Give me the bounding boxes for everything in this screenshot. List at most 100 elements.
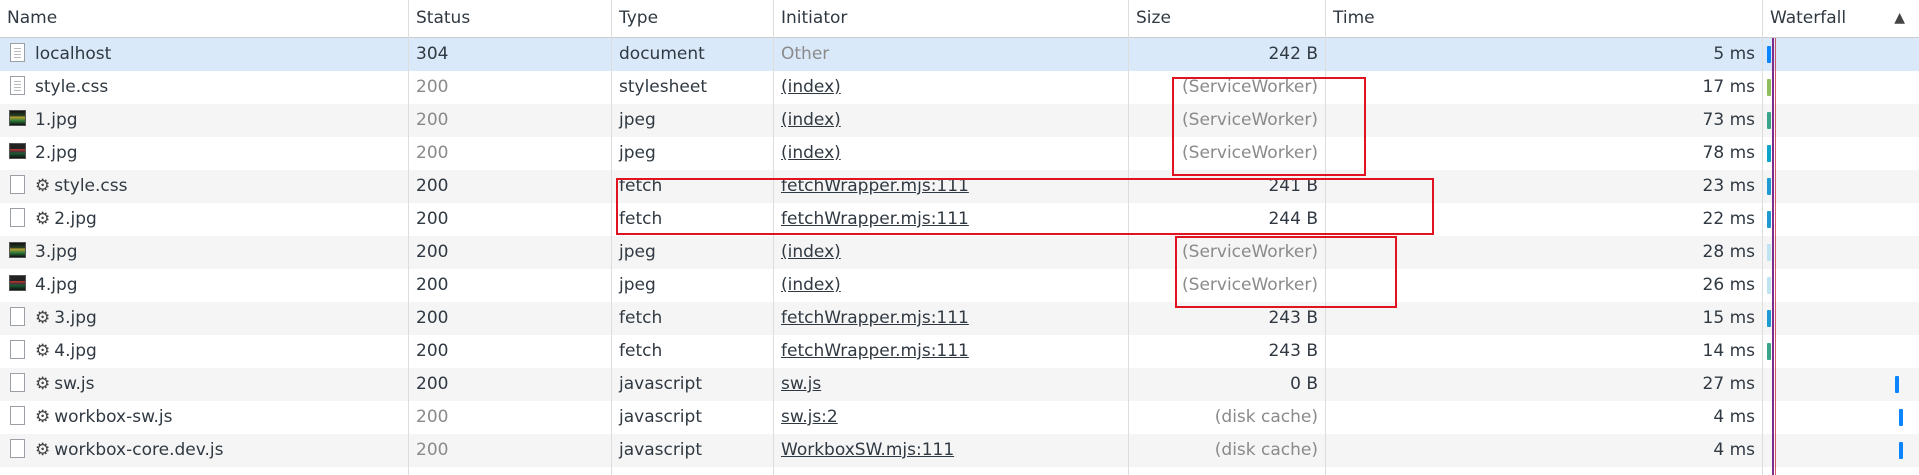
size-cell: 0 B <box>1290 374 1318 394</box>
initiator-cell[interactable]: sw.js:2 <box>774 401 1129 434</box>
size-cell: (ServiceWorker) <box>1182 110 1318 130</box>
name-cell[interactable]: 1.jpg <box>0 104 409 137</box>
initiator-link[interactable]: fetchWrapper.mjs:111 <box>781 341 969 361</box>
waterfall-bar <box>1767 310 1771 327</box>
column-divider[interactable] <box>1325 0 1326 475</box>
name-cell[interactable]: ⚙ 2.jpg <box>0 203 409 236</box>
table-row[interactable]: ⚙ sw.js 200 javascript sw.js 0 B 27 ms <box>0 368 1919 401</box>
sort-ascending-icon[interactable]: ▲ <box>1894 0 1905 37</box>
document-icon <box>10 75 25 95</box>
initiator-link[interactable]: fetchWrapper.mjs:111 <box>781 176 969 196</box>
initiator-cell[interactable]: fetchWrapper.mjs:111 <box>774 203 1129 236</box>
initiator-link[interactable]: WorkboxSW.mjs:111 <box>781 440 954 460</box>
initiator-link[interactable]: (index) <box>781 275 841 295</box>
waterfall-bar <box>1767 46 1771 63</box>
initiator-link[interactable]: sw.js <box>781 374 821 394</box>
request-name: 3.jpg <box>35 242 78 262</box>
name-cell[interactable]: ⚙ 3.jpg <box>0 302 409 335</box>
table-row[interactable]: ⚙ workbox-core.dev.js 200 javascript Work… <box>0 434 1919 467</box>
initiator-cell[interactable]: sw.js <box>774 368 1129 401</box>
initiator-cell[interactable]: (index) <box>774 104 1129 137</box>
initiator-link[interactable]: (index) <box>781 143 841 163</box>
initiator-cell[interactable]: (index) <box>774 236 1129 269</box>
column-divider[interactable] <box>611 0 612 475</box>
gear-icon: ⚙ <box>35 176 51 196</box>
type-cell: javascript <box>619 440 702 460</box>
status-cell: 200 <box>416 110 449 130</box>
gear-icon: ⚙ <box>35 308 51 328</box>
initiator-cell[interactable]: (index) <box>774 137 1129 170</box>
initiator-link[interactable]: fetchWrapper.mjs:111 <box>781 308 969 328</box>
initiator-cell[interactable]: fetchWrapper.mjs:111 <box>774 335 1129 368</box>
table-row[interactable]: 3.jpg 200 jpeg (index) (ServiceWorker) 2… <box>0 236 1919 269</box>
name-cell[interactable]: style.css <box>0 71 409 104</box>
time-cell: 22 ms <box>1702 209 1755 229</box>
name-cell[interactable]: ⚙ workbox-core.dev.js <box>0 434 409 467</box>
name-cell[interactable]: ⚙ workbox-sw.js <box>0 401 409 434</box>
table-row[interactable]: ⚙ 2.jpg 200 fetch fetchWrapper.mjs:111 24… <box>0 203 1919 236</box>
column-header-status[interactable]: Status <box>409 0 612 37</box>
initiator-link[interactable]: (index) <box>781 242 841 262</box>
image-icon <box>9 275 26 291</box>
initiator-link[interactable]: fetchWrapper.mjs:111 <box>781 209 969 229</box>
file-icon <box>10 174 25 194</box>
size-cell: (ServiceWorker) <box>1182 143 1318 163</box>
table-row[interactable]: 4.jpg 200 jpeg (index) (ServiceWorker) 2… <box>0 269 1919 302</box>
time-cell: 23 ms <box>1702 176 1755 196</box>
initiator-cell[interactable]: fetchWrapper.mjs:111 <box>774 170 1129 203</box>
size-cell: (disk cache) <box>1214 407 1318 427</box>
name-cell[interactable]: 4.jpg <box>0 269 409 302</box>
file-icon <box>10 372 25 392</box>
type-cell: jpeg <box>619 143 656 163</box>
time-cell: 15 ms <box>1702 308 1755 328</box>
waterfall-load-line <box>1775 38 1776 475</box>
column-divider[interactable] <box>1762 0 1763 475</box>
table-row[interactable]: ⚙ style.css 200 fetch fetchWrapper.mjs:11… <box>0 170 1919 203</box>
status-cell: 200 <box>416 242 449 262</box>
request-name: style.css <box>54 176 128 196</box>
table-row[interactable]: ⚙ 4.jpg 200 fetch fetchWrapper.mjs:111 24… <box>0 335 1919 368</box>
name-cell[interactable]: ⚙ 4.jpg <box>0 335 409 368</box>
initiator-cell[interactable]: (index) <box>774 269 1129 302</box>
table-row[interactable]: localhost 304 document Other 242 B 5 ms <box>0 38 1919 71</box>
name-cell[interactable]: 3.jpg <box>0 236 409 269</box>
file-icon <box>10 438 25 458</box>
column-header-name[interactable]: Name <box>0 0 409 37</box>
size-cell: 242 B <box>1268 44 1318 64</box>
column-divider[interactable] <box>1128 0 1129 475</box>
waterfall-bar <box>1767 79 1771 96</box>
column-divider[interactable] <box>773 0 774 475</box>
table-row[interactable]: 2.jpg 200 jpeg (index) (ServiceWorker) 7… <box>0 137 1919 170</box>
initiator-link[interactable]: (index) <box>781 77 841 97</box>
initiator-link[interactable]: sw.js:2 <box>781 407 838 427</box>
name-cell[interactable]: ⚙ style.css <box>0 170 409 203</box>
table-row[interactable]: style.css 200 stylesheet (index) (Servic… <box>0 71 1919 104</box>
initiator-cell[interactable]: WorkboxSW.mjs:111 <box>774 434 1129 467</box>
network-request-table: Name Status Type Initiator Size Time Wat… <box>0 0 1919 467</box>
name-cell[interactable]: 2.jpg <box>0 137 409 170</box>
initiator-cell[interactable]: (index) <box>774 71 1129 104</box>
name-cell[interactable]: localhost <box>0 38 409 71</box>
status-cell: 200 <box>416 77 449 97</box>
image-icon <box>9 110 26 126</box>
table-row[interactable]: ⚙ workbox-sw.js 200 javascript sw.js:2 (d… <box>0 401 1919 434</box>
request-name: 4.jpg <box>54 341 97 361</box>
name-cell[interactable]: ⚙ sw.js <box>0 368 409 401</box>
request-name: 4.jpg <box>35 275 78 295</box>
initiator-link[interactable]: (index) <box>781 110 841 130</box>
waterfall-bar <box>1767 112 1771 129</box>
table-row[interactable]: ⚙ 3.jpg 200 fetch fetchWrapper.mjs:111 24… <box>0 302 1919 335</box>
initiator-cell[interactable]: fetchWrapper.mjs:111 <box>774 302 1129 335</box>
table-row[interactable]: 1.jpg 200 jpeg (index) (ServiceWorker) 7… <box>0 104 1919 137</box>
column-header-size[interactable]: Size <box>1129 0 1326 37</box>
column-header-time[interactable]: Time <box>1326 0 1763 37</box>
type-cell: fetch <box>619 209 663 229</box>
column-header-initiator[interactable]: Initiator <box>774 0 1129 37</box>
request-name: 2.jpg <box>35 143 78 163</box>
gear-icon: ⚙ <box>35 440 51 460</box>
waterfall-cell <box>1763 269 1919 302</box>
column-divider[interactable] <box>408 0 409 475</box>
waterfall-cell <box>1763 71 1919 104</box>
column-header-type[interactable]: Type <box>612 0 774 37</box>
gear-icon: ⚙ <box>35 341 51 361</box>
